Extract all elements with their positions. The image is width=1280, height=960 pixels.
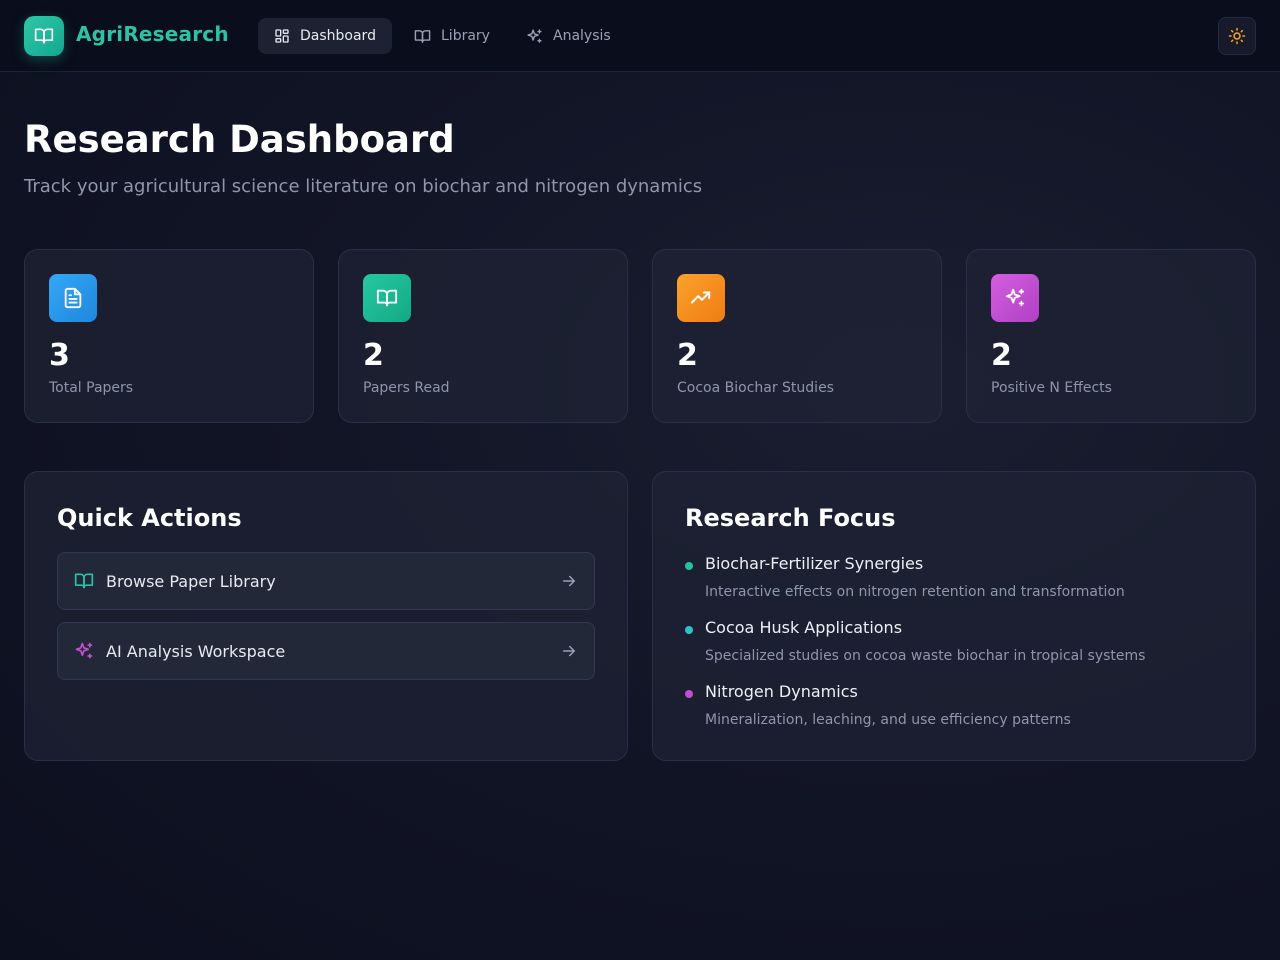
arrow-right-icon xyxy=(563,645,575,657)
focus-item-desc: Interactive effects on nitrogen retentio… xyxy=(705,584,1125,600)
quick-actions-title: Quick Actions xyxy=(57,504,242,532)
browse-library-label: Browse Paper Library xyxy=(106,571,276,591)
stat-card-papers-read: 2 Papers Read xyxy=(338,249,628,423)
sparkles-icon xyxy=(75,642,93,659)
stat-value: 2 xyxy=(363,338,384,373)
brand-name[interactable]: AgriResearch xyxy=(76,22,229,46)
page-subtitle: Track your agricultural science literatu… xyxy=(24,176,703,197)
stat-card-positive-n: 2 Positive N Effects xyxy=(966,249,1256,423)
stat-icon-container xyxy=(363,274,411,322)
stat-label: Positive N Effects xyxy=(991,380,1112,396)
bullet-dot xyxy=(685,626,693,634)
browse-library-button[interactable]: Browse Paper Library xyxy=(57,552,595,610)
research-focus-panel: Research Focus Biochar-Fertilizer Synerg… xyxy=(652,471,1256,761)
top-navigation-bar: AgriResearch Dashboard Library Analysis xyxy=(0,0,1280,72)
stat-label: Cocoa Biochar Studies xyxy=(677,380,834,396)
book-icon xyxy=(74,573,94,589)
nav-dashboard-label: Dashboard xyxy=(300,28,376,44)
grid-icon xyxy=(275,29,289,43)
nav-library[interactable]: Library xyxy=(398,18,506,54)
focus-item-title: Cocoa Husk Applications xyxy=(705,618,903,637)
focus-item-desc: Specialized studies on cocoa waste bioch… xyxy=(705,648,1146,664)
arrow-right-icon xyxy=(563,575,575,587)
logo[interactable] xyxy=(24,16,64,56)
trending-up-icon xyxy=(690,291,711,304)
focus-item-desc: Mineralization, leaching, and use effici… xyxy=(705,712,1071,728)
ai-analysis-label: AI Analysis Workspace xyxy=(106,641,286,661)
book-icon xyxy=(376,289,398,307)
nav-dashboard[interactable]: Dashboard xyxy=(258,18,392,54)
book-icon xyxy=(414,29,431,43)
sun-icon xyxy=(1228,27,1246,45)
stat-icon-container xyxy=(49,274,97,322)
nav-analysis[interactable]: Analysis xyxy=(510,18,627,54)
bullet-dot xyxy=(685,690,693,698)
nav-library-label: Library xyxy=(441,28,490,44)
ai-analysis-button[interactable]: AI Analysis Workspace xyxy=(57,622,595,680)
stat-value: 2 xyxy=(677,338,698,373)
stat-card-cocoa-biochar: 2 Cocoa Biochar Studies xyxy=(652,249,942,423)
research-focus-title: Research Focus xyxy=(685,504,896,532)
stat-value: 3 xyxy=(49,338,70,373)
page-title: Research Dashboard xyxy=(24,118,455,161)
quick-actions-panel: Quick Actions Browse Paper Library AI An… xyxy=(24,471,628,761)
stat-icon-container xyxy=(991,274,1039,322)
bullet-dot xyxy=(685,562,693,570)
stat-label: Total Papers xyxy=(49,380,134,396)
stat-label: Papers Read xyxy=(363,380,450,396)
sparkles-icon xyxy=(1005,288,1025,307)
nav-analysis-label: Analysis xyxy=(553,28,611,44)
stat-card-total-papers: 3 Total Papers xyxy=(24,249,314,423)
book-icon xyxy=(34,28,54,44)
theme-toggle-button[interactable] xyxy=(1218,17,1256,55)
stat-value: 2 xyxy=(991,338,1012,373)
document-icon xyxy=(64,287,82,309)
sparkles-icon xyxy=(527,28,542,43)
focus-item-title: Nitrogen Dynamics xyxy=(705,682,858,701)
stat-icon-container xyxy=(677,274,725,322)
focus-item-title: Biochar-Fertilizer Synergies xyxy=(705,554,924,573)
